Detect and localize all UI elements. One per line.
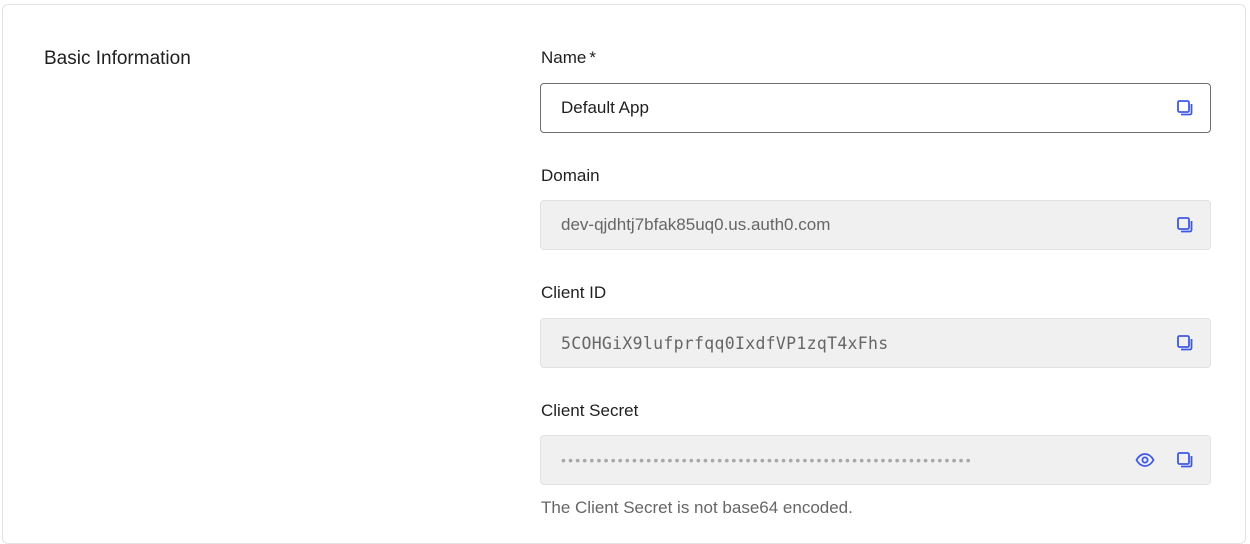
domain-field-value: dev-qjdhtj7bfak85uq0.us.auth0.com xyxy=(561,215,831,234)
copy-icon[interactable] xyxy=(1174,97,1196,119)
eye-icon[interactable] xyxy=(1134,449,1156,471)
client-id-field[interactable]: 5COHGiX9lufprfqq0IxdfVP1zqT4xFhs xyxy=(540,318,1211,368)
name-label: Name * xyxy=(541,48,596,68)
name-field[interactable]: Default App xyxy=(540,83,1211,133)
required-marker: * xyxy=(589,48,596,67)
copy-icon[interactable] xyxy=(1174,214,1196,236)
copy-icon[interactable] xyxy=(1174,332,1196,354)
client-id-label: Client ID xyxy=(541,283,607,302)
section-title: Basic Information xyxy=(44,48,191,69)
name-label-text: Name xyxy=(541,48,587,67)
client-id-field-value: 5COHGiX9lufprfqq0IxdfVP1zqT4xFhs xyxy=(561,333,889,353)
copy-icon[interactable] xyxy=(1174,449,1196,471)
client-secret-masked-value: ••••••••••••••••••••••••••••••••••••••••… xyxy=(561,452,973,468)
client-secret-label: Client Secret xyxy=(541,401,639,420)
name-field-value[interactable]: Default App xyxy=(561,98,1174,118)
client-secret-field[interactable]: ••••••••••••••••••••••••••••••••••••••••… xyxy=(540,435,1211,485)
domain-label: Domain xyxy=(541,166,600,185)
client-secret-helper-text: The Client Secret is not base64 encoded. xyxy=(541,498,853,517)
domain-field[interactable]: dev-qjdhtj7bfak85uq0.us.auth0.com xyxy=(540,200,1211,250)
